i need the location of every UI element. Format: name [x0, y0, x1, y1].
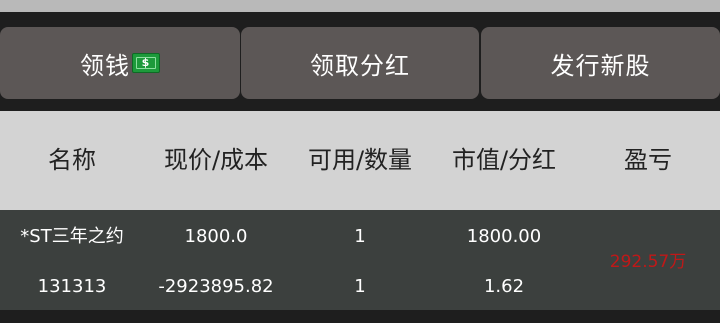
column-header-available-quantity: 可用/数量 — [307, 146, 413, 174]
cost-price: -2923895.82 — [158, 276, 274, 297]
action-button-bar: 领钱 领取分红 发行新股 — [0, 12, 720, 111]
bottom-strip — [0, 310, 720, 323]
claim-dividend-button[interactable]: 领取分红 — [241, 27, 479, 99]
dollar-banknote-icon — [132, 53, 160, 73]
available-shares: 1 — [354, 226, 366, 247]
column-header-value-dividend: 市值/分红 — [451, 146, 557, 174]
claim-dividend-label: 领取分红 — [310, 51, 410, 80]
top-strip — [0, 0, 720, 12]
get-money-label: 领钱 — [80, 51, 130, 80]
stock-name: *ST三年之约 — [20, 226, 124, 247]
holding-row[interactable]: *ST三年之约 1800.0 1 1800.00 131313 -2923895… — [0, 210, 720, 310]
column-header-profit-loss: 盈亏 — [624, 146, 672, 174]
current-price: 1800.0 — [184, 226, 248, 247]
holdings-table-header: 名称 现价/成本 可用/数量 市值/分红 盈亏 — [0, 111, 720, 210]
profit-loss-value: 292.57万 — [609, 252, 687, 272]
get-money-button[interactable]: 领钱 — [0, 27, 240, 99]
issue-new-shares-label: 发行新股 — [550, 51, 651, 80]
share-quantity: 1 — [354, 276, 366, 297]
stock-code: 131313 — [37, 276, 107, 297]
dividend-value: 1.62 — [483, 276, 525, 297]
column-header-name: 名称 — [48, 146, 96, 174]
column-header-price-cost: 现价/成本 — [163, 146, 269, 174]
issue-new-shares-button[interactable]: 发行新股 — [481, 27, 720, 99]
market-value: 1800.00 — [466, 226, 542, 247]
